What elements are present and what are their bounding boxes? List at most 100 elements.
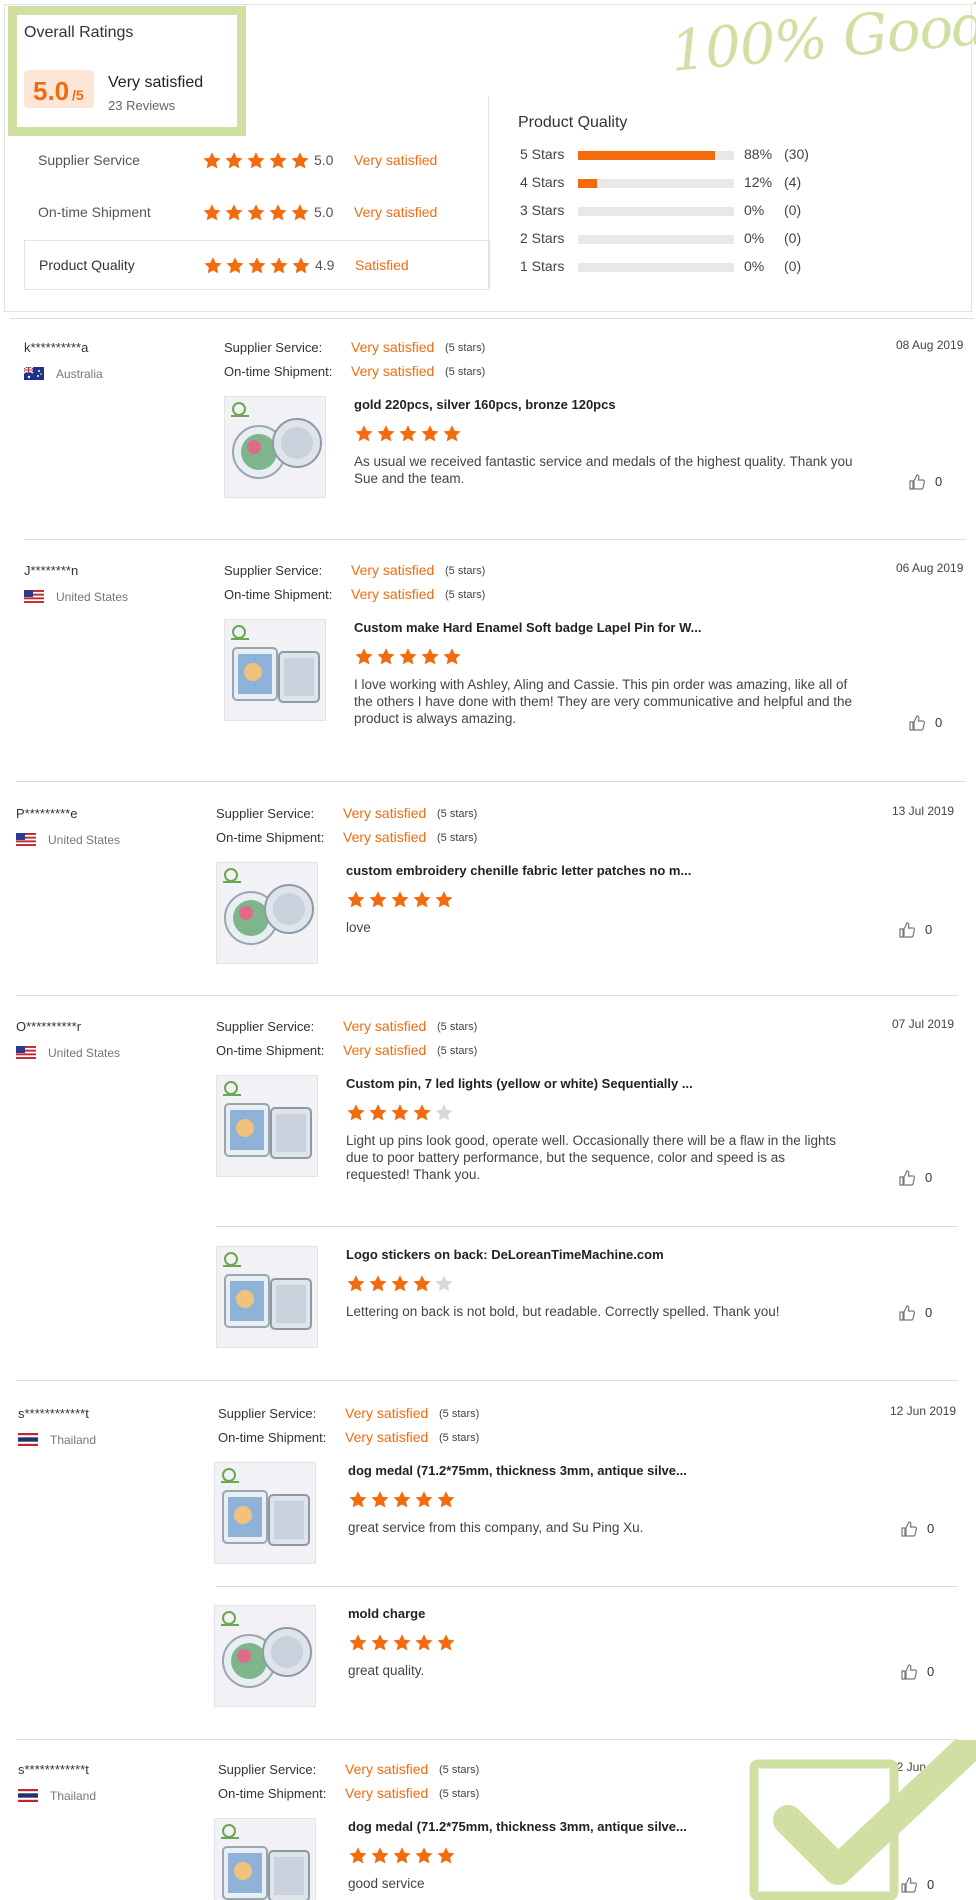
- united-states-flag-icon: [16, 833, 36, 846]
- product-image: [217, 863, 317, 963]
- reviews-count: 23 Reviews: [108, 98, 176, 113]
- rating-bar-row: 1 Stars 0% (0): [520, 256, 860, 278]
- star-icon: [377, 648, 395, 665]
- like-button[interactable]: 0: [908, 473, 948, 491]
- star-icon: [355, 425, 373, 442]
- like-button[interactable]: 0: [908, 714, 948, 732]
- star-icon: [347, 1104, 365, 1121]
- product-title[interactable]: gold 220pcs, silver 160pcs, bronze 120pc…: [354, 397, 616, 412]
- product-title[interactable]: Logo stickers on back: DeLoreanTimeMachi…: [346, 1247, 664, 1262]
- divider: [10, 318, 974, 319]
- rating-bar-track: [578, 263, 734, 272]
- rating-bar-percent: 0%: [744, 202, 765, 218]
- divider: [16, 995, 958, 996]
- star-rating: [348, 1633, 458, 1652]
- sub-rating-ontime-shipment[interactable]: On-time Shipment 5.0 Very satisfied: [24, 188, 490, 238]
- review-date: 08 Aug 2019: [896, 338, 964, 352]
- rating-bar-percent: 88%: [744, 146, 773, 162]
- united-states-flag-icon: [24, 590, 44, 603]
- product-thumbnail[interactable]: [216, 1075, 318, 1177]
- review-date: 12 Jun 2019: [890, 1404, 957, 1418]
- review-meta: Supplier Service: Very satisfied (5 star…: [216, 1018, 516, 1063]
- review-date: 07 Jul 2019: [892, 1017, 955, 1031]
- product-thumbnail[interactable]: [224, 619, 326, 721]
- sub-rating-supplier-service[interactable]: Supplier Service 5.0 Very satisfied: [24, 136, 490, 186]
- star-icon: [248, 257, 266, 274]
- reviewer-name: J********n: [24, 563, 79, 578]
- star-icon: [399, 425, 417, 442]
- thumbs-up-icon: [899, 1305, 916, 1321]
- star-icon: [393, 1491, 411, 1508]
- supplier-service-value: Very satisfied: [343, 805, 427, 821]
- thumbs-up-icon: [901, 1521, 918, 1537]
- product-title[interactable]: Custom pin, 7 led lights (yellow or whit…: [346, 1076, 693, 1091]
- sub-rating-word: Very satisfied: [354, 152, 438, 168]
- product-title[interactable]: Custom make Hard Enamel Soft badge Lapel…: [354, 620, 701, 635]
- rating-bar-track: [578, 151, 734, 160]
- star-icon: [437, 1634, 455, 1651]
- review-comment: As usual we received fantastic service a…: [354, 454, 853, 486]
- star-icon: [393, 1847, 411, 1864]
- product-thumbnail[interactable]: [216, 862, 318, 964]
- star-icon: [391, 1104, 409, 1121]
- product-title[interactable]: dog medal (71.2*75mm, thickness 3mm, ant…: [348, 1819, 687, 1834]
- rating-bar-track: [578, 207, 734, 216]
- reviewer-name: P*********e: [16, 806, 78, 821]
- star-icon: [226, 257, 244, 274]
- product-thumbnail[interactable]: [214, 1462, 316, 1564]
- sub-rating-label: Product Quality: [39, 257, 135, 273]
- star-icon: [349, 1491, 367, 1508]
- product-title[interactable]: custom embroidery chenille fabric letter…: [346, 863, 691, 878]
- supplier-service-label: Supplier Service:: [216, 1019, 315, 1034]
- star-rating: [202, 203, 312, 222]
- star-icon: [291, 152, 309, 169]
- star-icon: [443, 648, 461, 665]
- product-title[interactable]: dog medal (71.2*75mm, thickness 3mm, ant…: [348, 1463, 687, 1478]
- star-icon: [413, 1275, 431, 1292]
- like-button[interactable]: 0: [898, 921, 938, 939]
- product-title[interactable]: mold charge: [348, 1606, 425, 1621]
- star-rating: [354, 647, 464, 666]
- star-icon: [399, 648, 417, 665]
- product-thumbnail[interactable]: [214, 1605, 316, 1707]
- star-icon: [349, 1847, 367, 1864]
- star-icon: [355, 648, 373, 665]
- supplier-service-stars: (5 stars): [437, 808, 478, 820]
- star-rating: [346, 1103, 456, 1122]
- like-button[interactable]: 0: [898, 1304, 938, 1322]
- like-count: 0: [925, 1305, 933, 1320]
- product-thumbnail[interactable]: [214, 1818, 316, 1900]
- ontime-shipment-label: On-time Shipment:: [216, 1043, 325, 1058]
- sub-rating-value: 5.0: [314, 204, 334, 220]
- rating-bar-count: (0): [784, 230, 802, 246]
- product-image: [215, 1606, 315, 1706]
- like-button[interactable]: 0: [900, 1663, 940, 1681]
- product-image: [215, 1819, 315, 1900]
- review-meta: Supplier Service: Very satisfied (5 star…: [218, 1405, 518, 1450]
- ontime-shipment-label: On-time Shipment:: [218, 1430, 327, 1445]
- thumbs-up-icon: [901, 1664, 918, 1680]
- rating-bar-percent: 0%: [744, 230, 765, 246]
- product-thumbnail[interactable]: [224, 396, 326, 498]
- supplier-service-value: Very satisfied: [345, 1405, 429, 1421]
- thumbs-up-icon: [899, 1170, 916, 1186]
- ontime-shipment-label: On-time Shipment:: [224, 587, 333, 602]
- overall-ratings-title: Overall Ratings: [24, 24, 134, 41]
- star-icon: [415, 1491, 433, 1508]
- product-thumbnail[interactable]: [216, 1246, 318, 1348]
- like-button[interactable]: 0: [898, 1169, 938, 1187]
- sub-rating-product-quality[interactable]: Product Quality 4.9 Satisfied: [24, 240, 490, 290]
- product-image: [217, 1247, 317, 1347]
- supplier-service-label: Supplier Service:: [224, 340, 323, 355]
- review-meta: Supplier Service: Very satisfied (5 star…: [224, 339, 524, 384]
- rating-bar-row: 2 Stars 0% (0): [520, 228, 860, 250]
- star-icon: [443, 425, 461, 442]
- like-button[interactable]: 0: [900, 1520, 940, 1538]
- star-icon: [269, 204, 287, 221]
- ontime-shipment-stars: (5 stars): [445, 589, 486, 601]
- thumbs-up-icon: [909, 474, 926, 490]
- star-icon: [415, 1634, 433, 1651]
- divider: [16, 1380, 958, 1381]
- star-icon: [413, 891, 431, 908]
- star-icon: [437, 1491, 455, 1508]
